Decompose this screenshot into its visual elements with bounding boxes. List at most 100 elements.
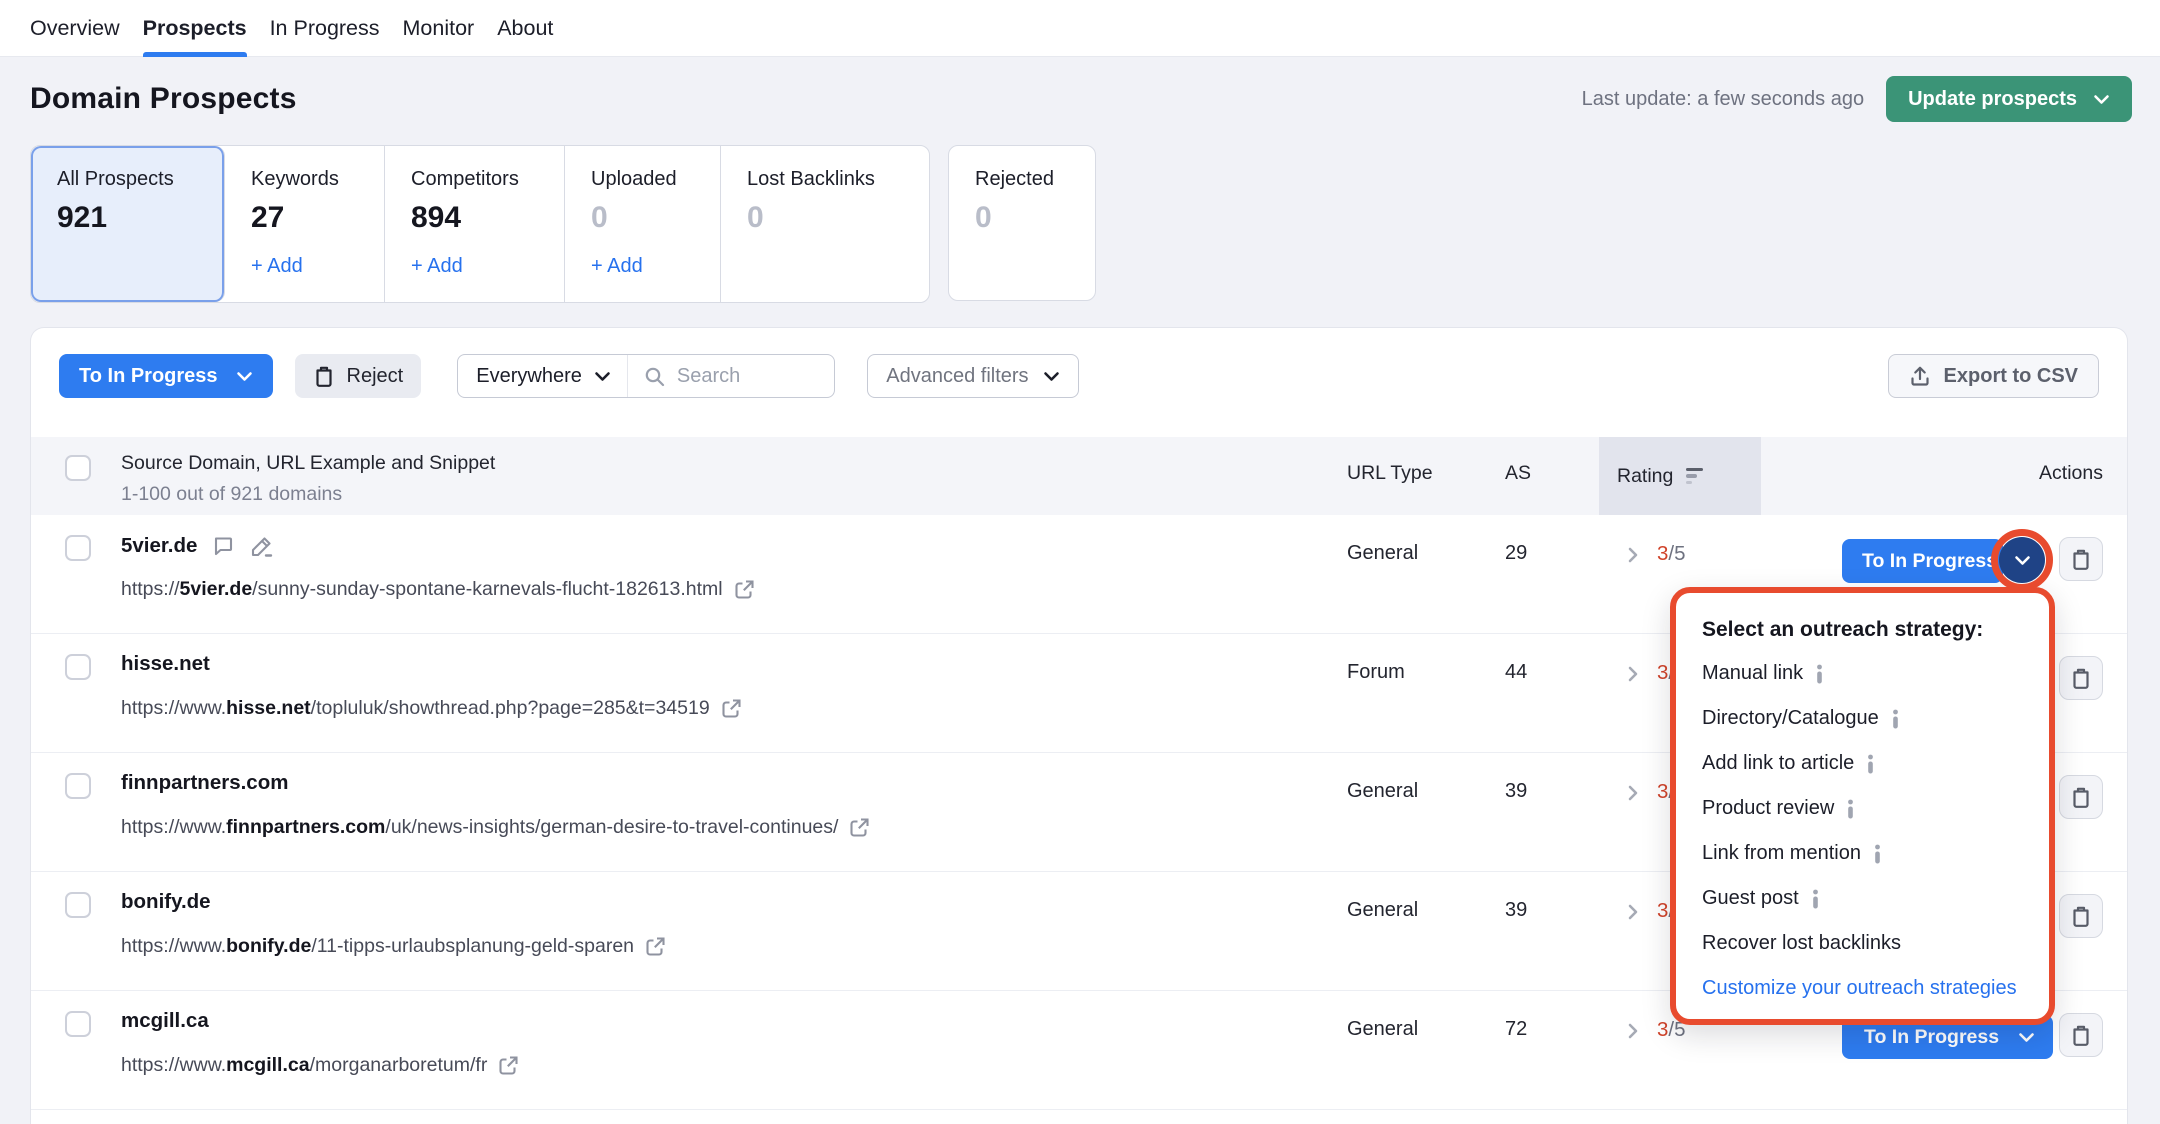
last-update-text: Last update: a few seconds ago — [1582, 88, 1864, 111]
page-title: Domain Prospects — [30, 82, 297, 116]
filter-card-label: Uploaded — [591, 168, 720, 191]
filter-card-count: 894 — [411, 201, 564, 235]
filter-card-count: 0 — [975, 201, 1095, 235]
rating-numerator: 3 — [1657, 780, 1668, 803]
to-in-progress-bulk-button[interactable]: To In Progress — [59, 354, 273, 398]
dropdown-item-recover-lost-backlinks[interactable]: Recover lost backlinks — [1702, 921, 2023, 966]
update-prospects-button[interactable]: Update prospects — [1886, 76, 2132, 122]
domain-line: finnpartners.com — [121, 771, 288, 795]
rating-denominator: /5 — [1668, 542, 1685, 565]
pagination-summary: 1-100 out of 921 domains — [121, 483, 342, 506]
url-type-value: General — [1347, 542, 1418, 565]
nav-tab-prospects[interactable]: Prospects — [143, 0, 247, 56]
dropdown-item-add-link-to-article[interactable]: Add link to article — [1702, 741, 2023, 786]
dropdown-item-manual-link[interactable]: Manual link — [1702, 651, 2023, 696]
add-link[interactable]: + Add — [251, 255, 384, 278]
nav-tab-monitor[interactable]: Monitor — [403, 0, 475, 56]
dropdown-item-label: Directory/Catalogue — [1702, 707, 1879, 730]
page-header: Domain Prospects Last update: a few seco… — [30, 66, 2132, 132]
filter-card-all-prospects[interactable]: All Prospects921 — [31, 146, 225, 302]
delete-row-button[interactable] — [2059, 537, 2103, 581]
url-text: https://www.hisse.net/topluluk/showthrea… — [121, 697, 710, 720]
domain-line: hisse.net — [121, 652, 210, 676]
info-icon[interactable] — [1815, 664, 1824, 684]
comment-icon[interactable] — [211, 534, 235, 558]
info-icon[interactable] — [1846, 799, 1855, 819]
nav-tab-about[interactable]: About — [497, 0, 553, 56]
row-checkbox[interactable] — [65, 1011, 91, 1037]
column-rating-sorted[interactable]: Rating — [1599, 437, 1761, 515]
edit-icon[interactable] — [249, 533, 275, 559]
filter-card-competitors[interactable]: Competitors894+ Add — [385, 146, 565, 302]
filter-card-uploaded[interactable]: Uploaded0+ Add — [565, 146, 721, 302]
outreach-strategy-dropdown: Select an outreach strategy:Manual linkD… — [1670, 587, 2055, 1025]
search-input[interactable] — [677, 365, 818, 388]
filter-card-lost-backlinks[interactable]: Lost Backlinks0 — [721, 146, 929, 302]
as-value: 39 — [1505, 780, 1527, 803]
expand-rating-icon[interactable] — [1627, 545, 1639, 565]
column-url-type: URL Type — [1347, 462, 1433, 485]
filter-card-count: 27 — [251, 201, 384, 235]
row-checkbox[interactable] — [65, 535, 91, 561]
url-link[interactable]: https://www.mcgill.ca/morganarboretum/fr — [121, 1054, 519, 1077]
dropdown-item-label: Recover lost backlinks — [1702, 932, 1901, 955]
dropdown-item-label: Add link to article — [1702, 752, 1854, 775]
delete-row-button[interactable] — [2059, 656, 2103, 700]
external-link-icon[interactable] — [849, 817, 870, 838]
prospect-card-group: All Prospects921Keywords27+ AddCompetito… — [30, 145, 930, 303]
row-checkbox[interactable] — [65, 892, 91, 918]
add-link[interactable]: + Add — [591, 255, 720, 278]
top-nav: Overview Prospects In Progress Monitor About — [0, 0, 2160, 57]
nav-tab-in-progress[interactable]: In Progress — [270, 0, 380, 56]
to-in-progress-row-button[interactable]: To In Progress — [1842, 539, 2003, 583]
dropdown-item-link-from-mention[interactable]: Link from mention — [1702, 831, 2023, 876]
info-icon[interactable] — [1811, 889, 1820, 909]
url-text: https://www.bonify.de/11-tipps-urlaubspl… — [121, 935, 634, 958]
select-all-checkbox[interactable] — [65, 455, 91, 481]
domain-name: mcgill.ca — [121, 1009, 209, 1033]
expand-rating-icon[interactable] — [1627, 783, 1639, 803]
info-icon[interactable] — [1891, 709, 1900, 729]
info-icon[interactable] — [1866, 754, 1875, 774]
filter-card-rejected[interactable]: Rejected0 — [948, 145, 1096, 301]
external-link-icon[interactable] — [721, 698, 742, 719]
info-icon[interactable] — [1873, 844, 1882, 864]
export-icon — [1909, 365, 1931, 387]
search-box — [628, 365, 834, 388]
to-in-progress-chevron-button[interactable] — [1999, 537, 2045, 583]
row-checkbox[interactable] — [65, 654, 91, 680]
chevron-down-icon — [2018, 1032, 2035, 1043]
delete-row-button[interactable] — [2059, 894, 2103, 938]
url-link[interactable]: https://www.bonify.de/11-tipps-urlaubspl… — [121, 935, 666, 958]
external-link-icon[interactable] — [498, 1055, 519, 1076]
expand-rating-icon[interactable] — [1627, 902, 1639, 922]
filter-card-keywords[interactable]: Keywords27+ Add — [225, 146, 385, 302]
add-link[interactable]: + Add — [411, 255, 564, 278]
reject-button[interactable]: Reject — [295, 354, 422, 398]
row-checkbox[interactable] — [65, 773, 91, 799]
url-link[interactable]: https://www.hisse.net/topluluk/showthrea… — [121, 697, 742, 720]
search-group: Everywhere — [457, 354, 835, 398]
export-to-csv-button[interactable]: Export to CSV — [1888, 354, 2099, 398]
dropdown-item-product-review[interactable]: Product review — [1702, 786, 2023, 831]
expand-rating-icon[interactable] — [1627, 664, 1639, 684]
expand-rating-icon[interactable] — [1627, 1021, 1639, 1041]
nav-tab-overview[interactable]: Overview — [30, 0, 120, 56]
domain-line: bonify.de — [121, 890, 211, 914]
column-source-domain: Source Domain, URL Example and Snippet — [121, 452, 495, 475]
url-type-value: Forum — [1347, 661, 1405, 684]
external-link-icon[interactable] — [734, 579, 755, 600]
trash-icon — [313, 364, 335, 388]
domain-name: finnpartners.com — [121, 771, 288, 795]
url-link[interactable]: https://www.finnpartners.com/uk/news-ins… — [121, 816, 870, 839]
dropdown-item-directory-catalogue[interactable]: Directory/Catalogue — [1702, 696, 2023, 741]
delete-row-button[interactable] — [2059, 1013, 2103, 1057]
advanced-filters-button[interactable]: Advanced filters — [867, 354, 1078, 398]
customize-strategies-link[interactable]: Customize your outreach strategies — [1702, 966, 2023, 1011]
external-link-icon[interactable] — [645, 936, 666, 957]
dropdown-item-guest-post[interactable]: Guest post — [1702, 876, 2023, 921]
search-scope-select[interactable]: Everywhere — [458, 355, 628, 397]
delete-row-button[interactable] — [2059, 775, 2103, 819]
url-link[interactable]: https://5vier.de/sunny-sunday-spontane-k… — [121, 578, 755, 601]
search-icon — [644, 366, 665, 387]
